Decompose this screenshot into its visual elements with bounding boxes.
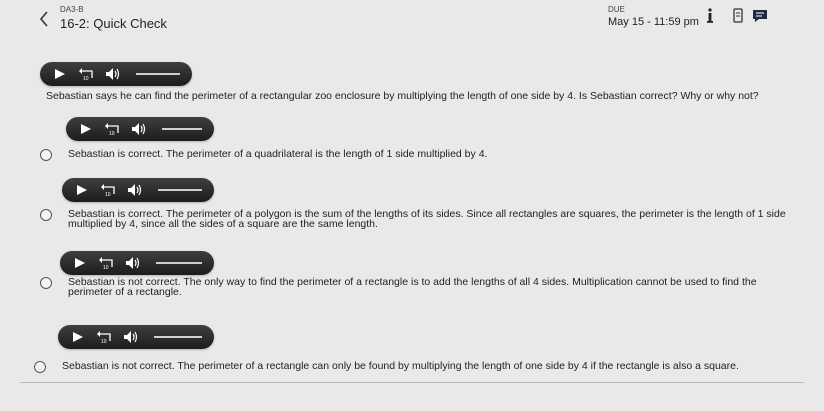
volume-icon[interactable] <box>126 182 144 198</box>
volume-icon[interactable] <box>130 121 148 137</box>
info-icon[interactable] <box>700 6 720 26</box>
volume-icon[interactable] <box>124 255 142 271</box>
choice-text: Sebastian is not correct. The only way t… <box>68 276 757 298</box>
volume-icon[interactable] <box>104 66 122 82</box>
due-label: DUE <box>608 5 625 14</box>
play-icon[interactable] <box>80 123 92 135</box>
replay-10-icon[interactable]: 10 <box>104 121 122 137</box>
audio-progress-track[interactable] <box>154 336 202 338</box>
choice-audio-player[interactable]: 10 <box>62 178 214 202</box>
top-bar: DA3-B 16-2: Quick Check DUE May 15 - 11:… <box>0 0 824 40</box>
play-icon[interactable] <box>74 257 86 269</box>
document-icon[interactable] <box>728 6 748 26</box>
divider <box>20 382 804 383</box>
svg-text:10: 10 <box>103 265 109 271</box>
page-title: 16-2: Quick Check <box>60 16 167 31</box>
radio-button[interactable] <box>40 277 52 289</box>
radio-button[interactable] <box>40 149 52 161</box>
chat-icon[interactable] <box>750 6 770 26</box>
svg-text:10: 10 <box>101 339 107 345</box>
play-icon[interactable] <box>72 331 84 343</box>
choice-audio-player[interactable]: 10 <box>58 325 214 349</box>
replay-10-icon[interactable]: 10 <box>96 329 114 345</box>
svg-text:10: 10 <box>105 192 111 198</box>
question-audio-player[interactable]: 10 <box>40 62 192 86</box>
due-date: May 15 - 11:59 pm <box>608 16 699 28</box>
svg-text:10: 10 <box>109 131 115 137</box>
choice-text: Sebastian is correct. The perimeter of a… <box>68 208 786 230</box>
audio-progress-track[interactable] <box>162 128 202 130</box>
class-code: DA3-B <box>60 5 84 14</box>
audio-progress-track[interactable] <box>156 262 202 264</box>
svg-text:10: 10 <box>83 76 89 82</box>
replay-10-icon[interactable]: 10 <box>78 66 96 82</box>
choice-audio-player[interactable]: 10 <box>66 117 214 141</box>
audio-progress-track[interactable] <box>158 189 202 191</box>
choice-text: Sebastian is not correct. The perimeter … <box>62 360 739 372</box>
replay-10-icon[interactable]: 10 <box>100 182 118 198</box>
radio-button[interactable] <box>40 209 52 221</box>
radio-button[interactable] <box>34 361 46 373</box>
replay-10-icon[interactable]: 10 <box>98 255 116 271</box>
audio-progress-track[interactable] <box>136 73 180 75</box>
volume-icon[interactable] <box>122 329 140 345</box>
play-icon[interactable] <box>54 68 66 80</box>
choice-text: Sebastian is correct. The perimeter of a… <box>68 148 488 160</box>
chevron-left-icon[interactable] <box>38 10 50 28</box>
play-icon[interactable] <box>76 184 88 196</box>
choice-audio-player[interactable]: 10 <box>60 251 214 275</box>
question-text: Sebastian says he can find the perimeter… <box>46 90 759 102</box>
